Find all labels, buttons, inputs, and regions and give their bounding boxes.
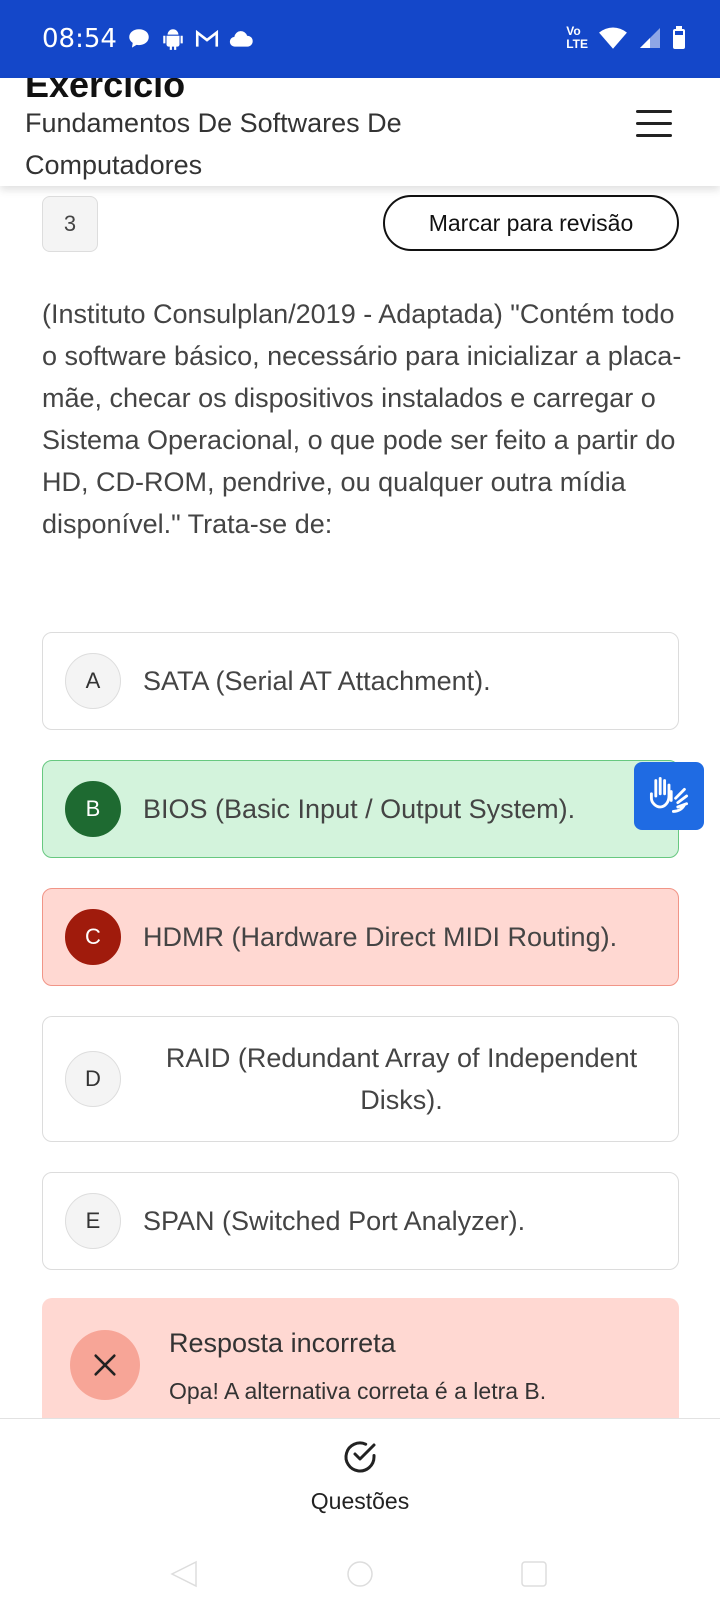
option-d[interactable]: D RAID (Redundant Array of Independent D… (42, 1016, 679, 1142)
gmail-icon (195, 29, 219, 47)
hamburger-menu-icon[interactable] (636, 110, 672, 138)
back-icon[interactable] (168, 1560, 200, 1588)
volte-indicator: Vo LTE (566, 24, 588, 51)
nav-label: Questões (310, 1488, 410, 1514)
option-text: SATA (Serial AT Attachment). (143, 666, 491, 696)
mark-for-review-button[interactable]: Marcar para revisão (383, 195, 679, 251)
option-letter: C (65, 909, 121, 965)
question-number: 3 (42, 196, 98, 252)
option-a[interactable]: A SATA (Serial AT Attachment). (42, 632, 679, 730)
wifi-icon (599, 27, 627, 49)
option-b[interactable]: B BIOS (Basic Input / Output System). (42, 760, 679, 858)
chat-bubble-icon (129, 29, 149, 48)
system-nav-bar (0, 1560, 720, 1612)
option-c[interactable]: C HDMR (Hardware Direct MIDI Routing). (42, 888, 679, 986)
system-icons: Vo LTE (566, 24, 686, 52)
feedback-banner: Resposta incorreta Opa! A alternativa co… (42, 1298, 679, 1418)
home-icon[interactable] (344, 1560, 376, 1588)
notification-icons (126, 26, 254, 52)
option-text: SPAN (Switched Port Analyzer). (143, 1206, 526, 1236)
page-header: Exercício Fundamentos De Softwares De Co… (0, 78, 720, 186)
close-x-icon (70, 1330, 140, 1400)
option-text: BIOS (Basic Input / Output System). (143, 794, 576, 824)
recents-icon[interactable] (518, 1560, 550, 1588)
check-circle-icon (344, 1441, 376, 1473)
cloud-icon (229, 31, 253, 47)
feedback-text: Opa! A alternativa correta é a letra B. (169, 1378, 547, 1404)
status-bar: 08:54 Vo LTE (0, 0, 720, 78)
nav-questions[interactable]: Questões (300, 1437, 420, 1515)
signal-icon (640, 28, 660, 48)
feedback-title: Resposta incorreta (169, 1328, 396, 1358)
battery-icon (673, 26, 685, 49)
option-text: HDMR (Hardware Direct MIDI Routing). (143, 922, 618, 952)
option-letter: E (65, 1193, 121, 1249)
option-e[interactable]: E SPAN (Switched Port Analyzer). (42, 1172, 679, 1270)
android-icon (163, 29, 183, 50)
status-time: 08:54 (42, 24, 117, 54)
option-text: RAID (Redundant Array of Independent Dis… (165, 1043, 638, 1115)
option-letter: B (65, 781, 121, 837)
option-letter: D (65, 1051, 121, 1107)
sign-language-button[interactable] (634, 762, 704, 830)
course-title: Fundamentos De Softwares De Computadores (25, 108, 402, 180)
question-text: (Instituto Consulplan/2019 - Adaptada) "… (42, 299, 682, 539)
sign-language-hands-icon (649, 776, 689, 813)
option-letter: A (65, 653, 121, 709)
